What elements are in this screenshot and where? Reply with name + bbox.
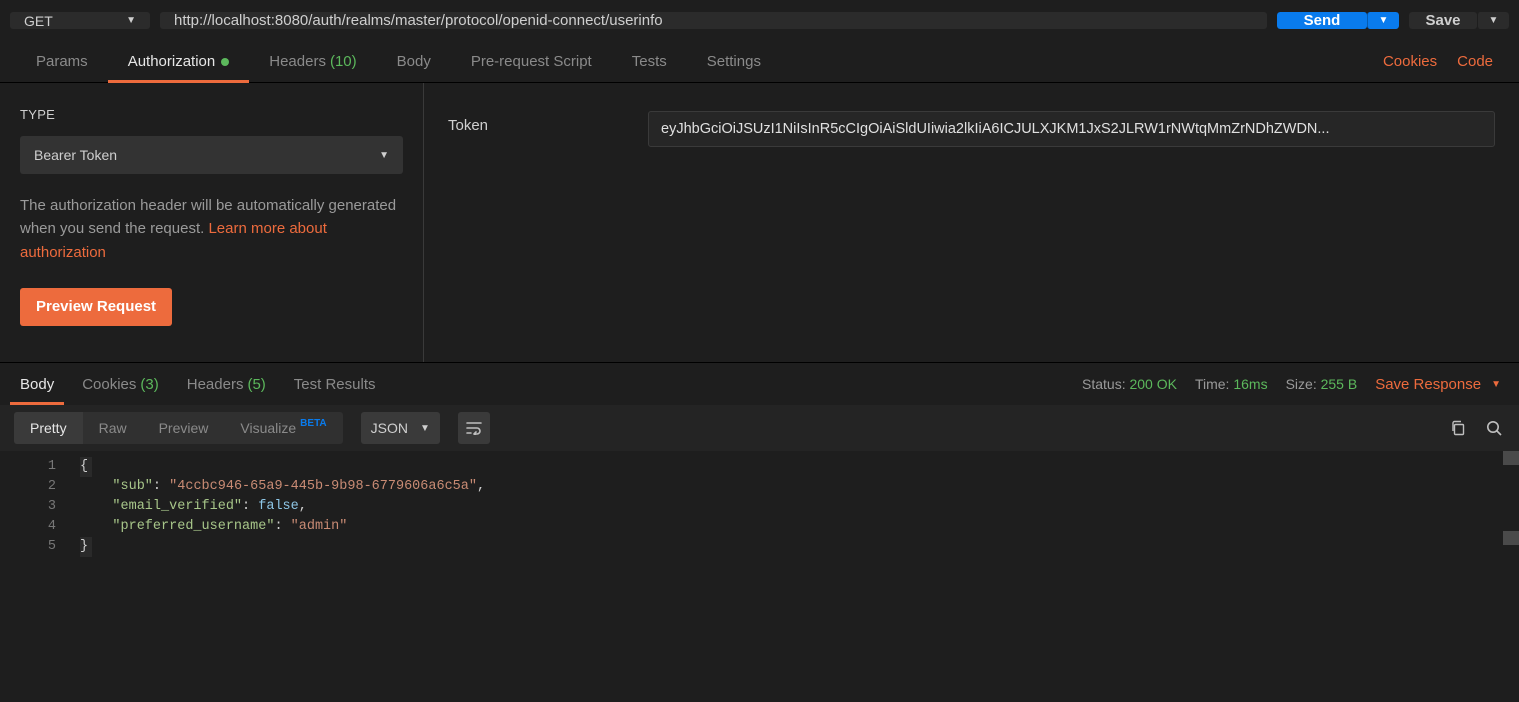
status-value: 200 OK (1129, 376, 1176, 392)
chevron-down-icon: ▼ (1489, 15, 1499, 26)
resp-tab-body[interactable]: Body (6, 363, 68, 405)
auth-type-value: Bearer Token (34, 147, 117, 163)
size-value: 255 B (1321, 376, 1358, 392)
tab-tests[interactable]: Tests (612, 41, 687, 82)
search-icon (1485, 419, 1503, 437)
beta-badge: BETA (300, 418, 326, 429)
auth-type-select[interactable]: Bearer Token ▼ (20, 136, 403, 174)
tab-headers[interactable]: Headers (10) (249, 41, 376, 82)
scrollbar-thumb[interactable] (1503, 451, 1519, 465)
tab-body[interactable]: Body (377, 41, 451, 82)
resp-tab-test-results[interactable]: Test Results (280, 363, 390, 405)
preview-request-button[interactable]: Preview Request (20, 288, 172, 326)
auth-token-panel: Token eyJhbGciOiJSUzI1NiIsInR5cCIgOiAiSl… (424, 83, 1519, 362)
status-dot-icon (221, 58, 229, 66)
view-pretty[interactable]: Pretty (14, 412, 83, 444)
auth-config-sidebar: TYPE Bearer Token ▼ The authorization he… (0, 83, 424, 362)
search-button[interactable] (1483, 417, 1505, 439)
request-bar: GET ▼ Send ▼ Save ▼ (0, 0, 1519, 41)
response-tabs: Body Cookies (3) Headers (5) Test Result… (0, 363, 1519, 405)
tab-authorization[interactable]: Authorization (108, 41, 250, 82)
copy-icon (1450, 420, 1466, 436)
save-button[interactable]: Save (1409, 12, 1477, 29)
line-gutter: 1 2 3 4 5 (0, 451, 70, 702)
wrap-icon (466, 421, 482, 435)
cookies-count: (3) (140, 376, 158, 393)
token-row: Token eyJhbGciOiJSUzI1NiIsInR5cCIgOiAiSl… (448, 111, 1495, 334)
url-input[interactable] (160, 12, 1267, 29)
wrap-lines-button[interactable] (458, 412, 490, 444)
send-button[interactable]: Send (1277, 12, 1367, 29)
chevron-down-icon: ▼ (126, 15, 136, 26)
response-meta: Status: 200 OK Time: 16ms Size: 255 B Sa… (1082, 376, 1513, 393)
response-body-viewer[interactable]: 1 2 3 4 5 { "sub": "4ccbc946-65a9-445b-9… (0, 451, 1519, 702)
auth-type-label: TYPE (20, 107, 403, 122)
resp-tab-cookies[interactable]: Cookies (3) (68, 363, 173, 405)
http-method-select[interactable]: GET ▼ (10, 12, 150, 29)
view-raw[interactable]: Raw (83, 412, 143, 444)
view-visualize[interactable]: VisualizeBETA (224, 412, 342, 444)
view-preview[interactable]: Preview (143, 412, 225, 444)
time-value: 16ms (1233, 376, 1267, 392)
code-link[interactable]: Code (1447, 53, 1503, 70)
token-input[interactable]: eyJhbGciOiJSUzI1NiIsInR5cCIgOiAiSldUIiwi… (648, 111, 1495, 147)
format-select[interactable]: JSON ▼ (361, 412, 440, 444)
resp-headers-count: (5) (247, 376, 265, 393)
copy-button[interactable] (1447, 417, 1469, 439)
response-toolbar: Pretty Raw Preview VisualizeBETA JSON ▼ (0, 405, 1519, 451)
token-label: Token (448, 111, 508, 134)
request-tabs: Params Authorization Headers (10) Body P… (0, 41, 1519, 83)
cookies-link[interactable]: Cookies (1373, 53, 1447, 70)
auth-description: The authorization header will be automat… (20, 194, 403, 264)
chevron-down-icon: ▼ (420, 423, 430, 434)
resp-tab-headers[interactable]: Headers (5) (173, 363, 280, 405)
tab-prerequest[interactable]: Pre-request Script (451, 41, 612, 82)
send-button-group: Send ▼ (1277, 12, 1399, 29)
view-mode-tabs: Pretty Raw Preview VisualizeBETA (14, 412, 343, 444)
http-method-value: GET (24, 13, 53, 29)
tab-settings[interactable]: Settings (687, 41, 781, 82)
scrollbar-thumb[interactable] (1503, 531, 1519, 545)
headers-count: (10) (330, 53, 357, 70)
chevron-down-icon: ▼ (1491, 379, 1501, 390)
chevron-down-icon: ▼ (379, 150, 389, 161)
authorization-panel: TYPE Bearer Token ▼ The authorization he… (0, 83, 1519, 363)
chevron-down-icon: ▼ (1379, 15, 1389, 26)
send-dropdown-button[interactable]: ▼ (1367, 12, 1399, 29)
code-content: { "sub": "4ccbc946-65a9-445b-9b98-677960… (70, 451, 1519, 702)
tab-params[interactable]: Params (16, 41, 108, 82)
save-dropdown-button[interactable]: ▼ (1477, 12, 1509, 29)
save-response-button[interactable]: Save Response ▼ (1375, 376, 1501, 393)
save-button-group: Save ▼ (1409, 12, 1509, 29)
